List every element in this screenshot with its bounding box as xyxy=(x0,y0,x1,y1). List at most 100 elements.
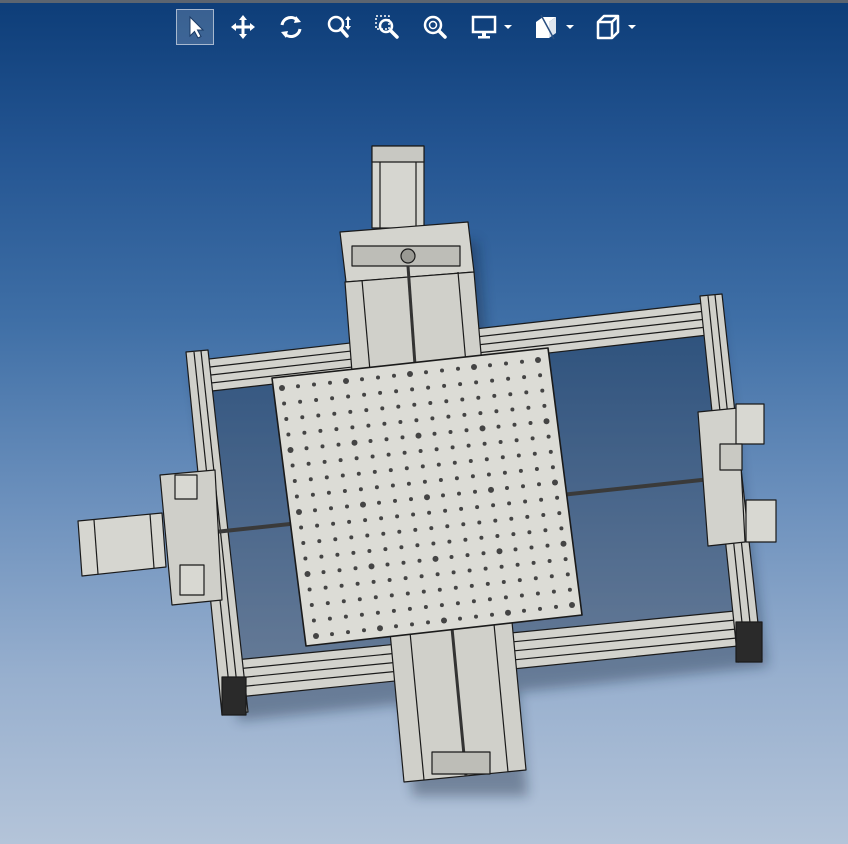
table-hole xyxy=(391,608,396,613)
table-hole xyxy=(329,506,333,511)
table-hole xyxy=(299,525,304,530)
table-hole xyxy=(479,535,484,540)
section-view-dropdown[interactable] xyxy=(526,9,578,45)
table-hole xyxy=(466,443,471,448)
table-hole xyxy=(303,556,308,561)
table-hole xyxy=(512,422,517,427)
table-hole xyxy=(548,449,553,454)
rotate-tool-button[interactable] xyxy=(272,9,310,45)
table-hole xyxy=(541,513,546,517)
table-hole xyxy=(498,440,503,444)
zoom-to-area-button[interactable] xyxy=(368,9,406,45)
table-hole xyxy=(482,441,487,446)
table-hole xyxy=(488,486,494,493)
table-hole xyxy=(569,602,575,608)
table-hole xyxy=(522,608,526,613)
table-hole xyxy=(539,497,544,502)
zoom-to-fit-button[interactable] xyxy=(416,9,454,45)
table-hole xyxy=(419,574,424,579)
table-hole xyxy=(540,388,545,393)
table-hole xyxy=(518,468,523,473)
table-hole xyxy=(454,476,459,481)
table-hole xyxy=(342,489,347,493)
table-hole xyxy=(421,589,426,594)
table-hole xyxy=(552,479,558,486)
table-hole xyxy=(316,413,321,418)
table-hole xyxy=(543,528,548,533)
table-hole xyxy=(358,487,363,492)
table-hole xyxy=(422,479,427,484)
table-hole xyxy=(322,459,327,464)
table-hole xyxy=(343,378,349,384)
table-hole xyxy=(328,380,332,385)
stepper-motor-x xyxy=(77,469,223,606)
table-hole xyxy=(538,373,543,378)
table-hole xyxy=(437,587,442,592)
table-hole xyxy=(355,581,360,586)
table-hole xyxy=(410,387,415,392)
table-hole xyxy=(377,500,381,505)
display-style-dropdown[interactable] xyxy=(464,9,516,45)
table-hole xyxy=(332,411,337,416)
table-hole xyxy=(381,531,386,536)
table-hole xyxy=(292,479,297,483)
table-hole xyxy=(378,390,383,395)
table-hole xyxy=(359,612,364,617)
table-hole xyxy=(443,508,448,513)
table-hole xyxy=(350,425,355,430)
select-tool-button[interactable] xyxy=(176,9,214,45)
table-hole xyxy=(456,366,460,371)
table-hole xyxy=(483,566,488,571)
table-hole xyxy=(401,560,406,565)
table-hole xyxy=(318,428,323,433)
table-hole xyxy=(395,514,400,519)
table-hole xyxy=(439,603,444,608)
table-hole xyxy=(471,364,477,370)
table-hole xyxy=(528,421,533,425)
table-hole xyxy=(526,405,531,410)
table-hole xyxy=(398,420,403,424)
table-hole xyxy=(414,418,419,423)
table-hole xyxy=(334,427,339,432)
table-hole xyxy=(392,373,396,378)
table-hole xyxy=(345,504,349,509)
rotate-icon xyxy=(280,16,302,38)
graphics-viewport[interactable] xyxy=(0,48,848,844)
cad-model[interactable] xyxy=(0,48,848,844)
table-hole xyxy=(500,455,505,460)
pan-tool-button[interactable] xyxy=(224,9,262,45)
table-hole xyxy=(326,490,331,495)
view-orientation-icon xyxy=(596,14,620,40)
window-top-border xyxy=(0,0,848,3)
table-hole xyxy=(506,376,511,381)
table-hole xyxy=(452,460,457,465)
table-hole xyxy=(375,610,380,615)
table-hole xyxy=(362,628,366,633)
table-hole xyxy=(368,563,375,570)
table-hole xyxy=(390,483,395,488)
table-hole xyxy=(377,625,383,632)
view-orientation-dropdown[interactable] xyxy=(588,9,640,45)
table-hole xyxy=(535,357,541,363)
table-hole xyxy=(360,377,364,382)
table-hole xyxy=(315,523,320,528)
table-hole xyxy=(474,380,479,385)
table-hole xyxy=(336,442,341,447)
zoom-in-out-button[interactable] xyxy=(320,9,358,45)
table-hole xyxy=(389,593,394,598)
table-hole xyxy=(450,445,455,450)
table-hole xyxy=(448,430,453,434)
table-hole xyxy=(346,394,351,399)
table-hole xyxy=(442,383,447,388)
table-hole xyxy=(399,545,404,550)
table-hole xyxy=(364,408,369,413)
table-hole xyxy=(379,516,384,521)
table-hole xyxy=(467,568,472,573)
table-hole xyxy=(403,576,408,581)
table-hole xyxy=(387,578,392,582)
table-hole xyxy=(311,618,316,623)
table-hole xyxy=(471,599,476,604)
table-hole xyxy=(485,581,490,586)
table-hole xyxy=(373,595,378,600)
heads-up-view-toolbar xyxy=(176,7,650,47)
